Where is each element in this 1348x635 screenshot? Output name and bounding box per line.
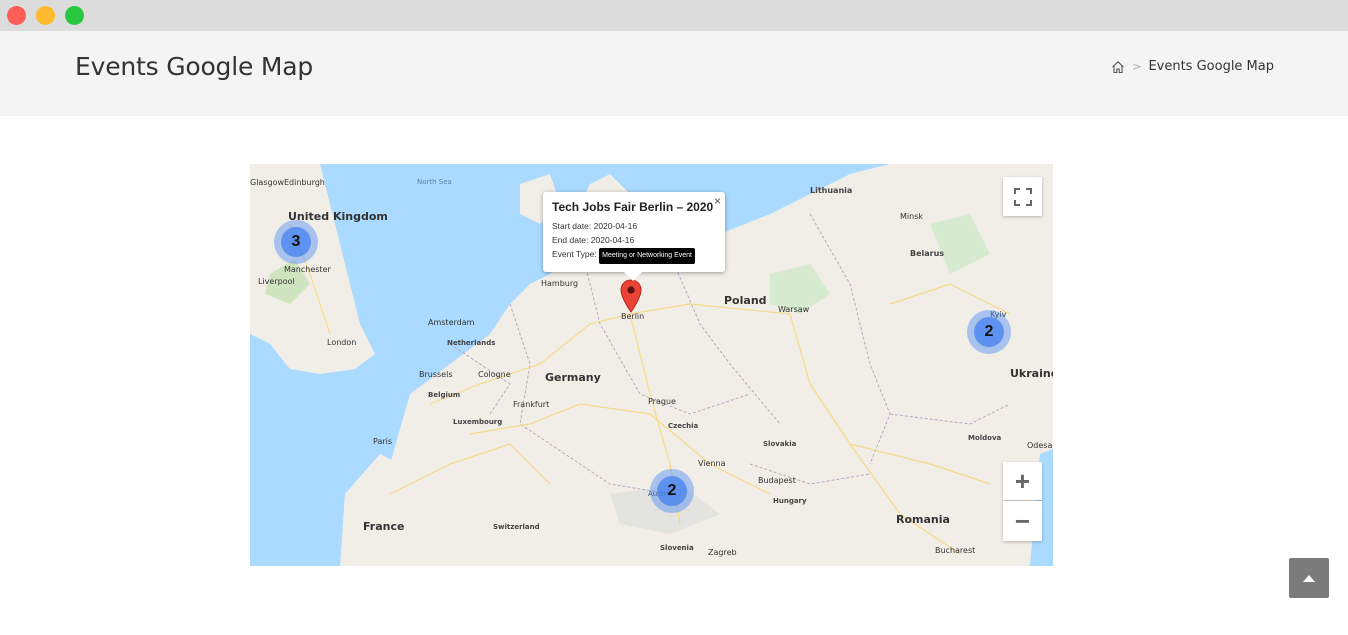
map-label-city: Amsterdam	[428, 318, 475, 327]
map-label-city: Vienna	[698, 459, 726, 468]
map-label-country: Czechia	[668, 422, 699, 430]
map-label-sea: North Sea	[417, 178, 452, 186]
end-date-value: 2020-04-16	[590, 235, 635, 245]
event-type-label: Event Type:	[552, 249, 597, 259]
cluster-marker[interactable]: 2	[967, 310, 1011, 354]
event-type-badge: Meeting or Networking Event	[599, 248, 695, 264]
cluster-count: 2	[974, 317, 1004, 347]
map-pin-icon[interactable]	[620, 279, 642, 313]
map-label-country: Poland	[724, 294, 767, 307]
map-label-country: Netherlands	[447, 339, 496, 347]
map-label-country: France	[363, 520, 405, 533]
map-label-city: Frankfurt	[513, 400, 550, 409]
start-date-label: Start date:	[552, 221, 592, 231]
back-to-top-button[interactable]	[1289, 558, 1329, 598]
breadcrumb-current: Events Google Map	[1148, 59, 1274, 74]
map-label-country: Switzerland	[493, 523, 540, 531]
map-label-city: Odesa	[1027, 441, 1053, 450]
map-label-country: Slovakia	[763, 440, 797, 448]
close-window-button[interactable]	[7, 6, 26, 25]
page-title: Events Google Map	[75, 52, 314, 81]
map-label-city: Bucharest	[935, 546, 976, 555]
breadcrumb-separator: >	[1132, 60, 1142, 73]
home-icon[interactable]	[1111, 60, 1125, 74]
map-label-country: Romania	[896, 513, 950, 526]
event-start-date: Start date: 2020-04-16	[552, 219, 716, 233]
event-end-date: End date: 2020-04-16	[552, 233, 716, 247]
event-type: Event Type: Meeting or Networking Event	[552, 247, 716, 264]
map-label-city: Liverpool	[258, 277, 295, 286]
start-date-value: 2020-04-16	[593, 221, 638, 231]
map-label-country: Luxembourg	[453, 418, 503, 426]
map-label-city: Paris	[373, 437, 393, 446]
map-label-city: Hamburg	[541, 279, 579, 288]
map-label-city: Cologne	[478, 370, 511, 379]
zoom-in-button[interactable]: +	[1003, 462, 1042, 500]
maximize-window-button[interactable]	[65, 6, 84, 25]
event-title: Tech Jobs Fair Berlin – 2020	[552, 200, 714, 214]
cluster-marker[interactable]: 2	[650, 469, 694, 513]
end-date-label: End date:	[552, 235, 589, 245]
event-infowindow: × Tech Jobs Fair Berlin – 2020 Start dat…	[543, 192, 725, 281]
map-label-country: Slovenia	[660, 544, 694, 552]
map-label-country: Hungary	[773, 497, 807, 505]
map-label-country: Germany	[545, 371, 601, 384]
map-label-city: Edinburgh	[284, 178, 325, 187]
breadcrumb: > Events Google Map	[1111, 59, 1274, 74]
map-label-city: Glasgow	[250, 178, 285, 187]
map-label-city: Prague	[648, 397, 676, 406]
close-icon[interactable]: ×	[714, 194, 721, 208]
map-label-country: Lithuania	[810, 186, 853, 195]
minimize-window-button[interactable]	[36, 6, 55, 25]
cluster-marker[interactable]: 3	[274, 220, 318, 264]
map-label-country: Ukraine	[1010, 367, 1053, 380]
chevron-up-icon	[1303, 575, 1315, 582]
page-header: Events Google Map > Events Google Map	[0, 31, 1348, 116]
map-label-city: Budapest	[758, 476, 796, 485]
map-label-city: Minsk	[900, 212, 923, 221]
events-map[interactable]: United Kingdom Netherlands Belgium Luxem…	[250, 164, 1053, 566]
zoom-out-button[interactable]: −	[1003, 501, 1042, 541]
map-label-city: Brussels	[419, 370, 453, 379]
map-label-country: Moldova	[968, 434, 1002, 442]
map-label-city: Warsaw	[778, 305, 810, 314]
window-titlebar	[0, 0, 1348, 31]
map-label-city: Manchester	[284, 265, 331, 274]
map-label-city: London	[327, 338, 357, 347]
fullscreen-icon	[1013, 187, 1032, 206]
cluster-count: 3	[281, 227, 311, 257]
fullscreen-button[interactable]	[1003, 177, 1042, 216]
map-label-country: Belarus	[910, 249, 945, 258]
map-label-city: Berlin	[621, 312, 645, 321]
map-label-city: Zagreb	[708, 548, 737, 557]
cluster-count: 2	[657, 476, 687, 506]
map-label-country: Belgium	[428, 391, 461, 399]
